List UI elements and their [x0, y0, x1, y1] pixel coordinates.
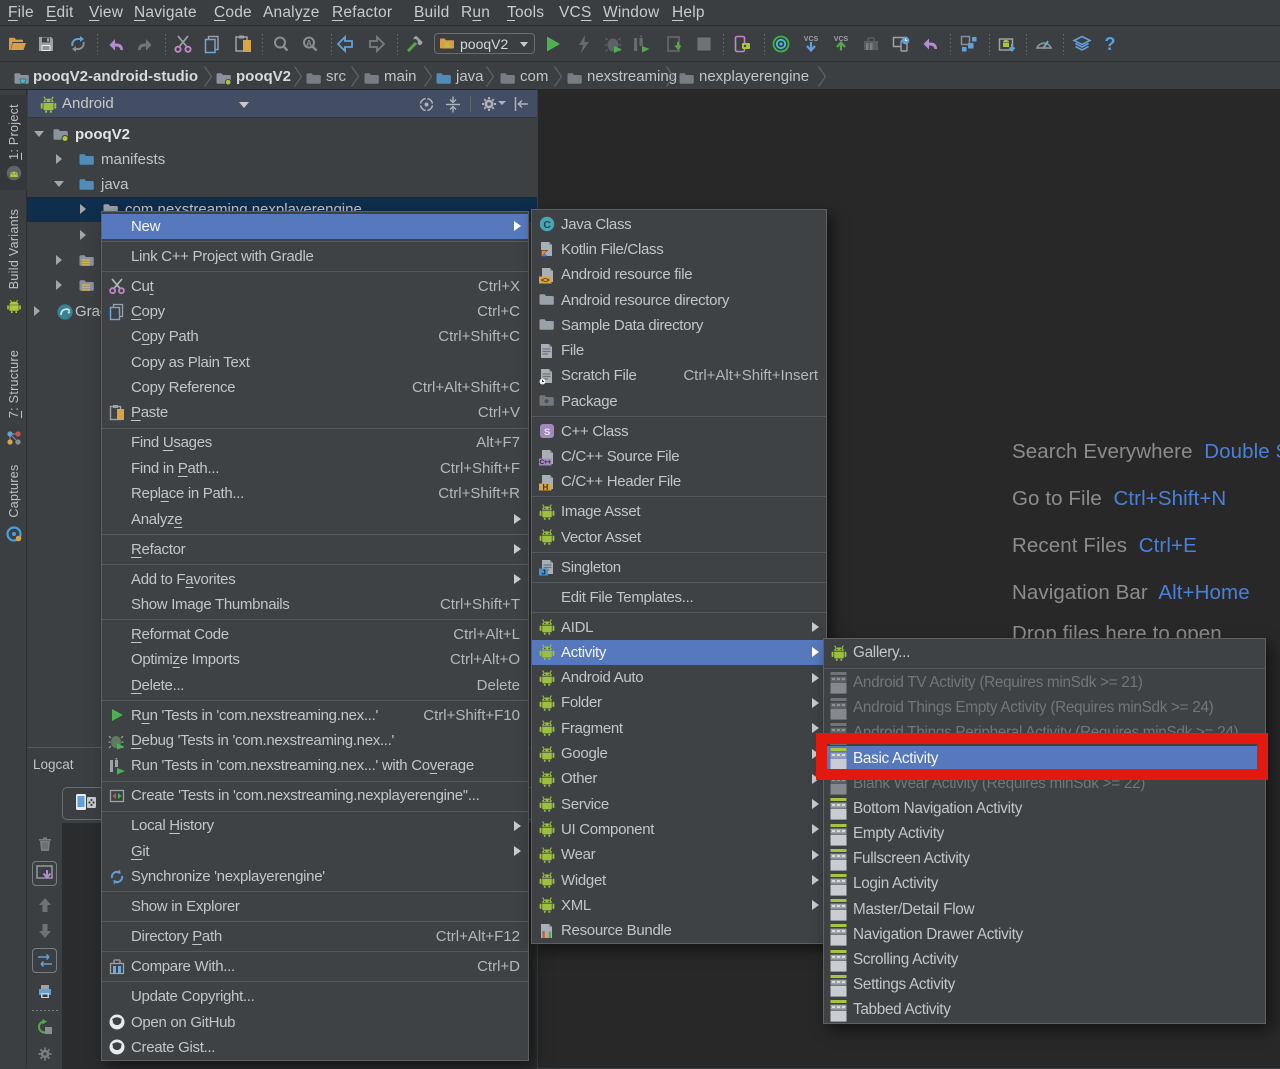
svg-text:A: A: [306, 39, 312, 48]
svg-text:J: J: [542, 568, 546, 576]
svg-text:H: H: [542, 483, 548, 491]
svg-text:?: ?: [1105, 34, 1116, 54]
svg-text:<>: <>: [541, 277, 550, 284]
svg-text:VCS: VCS: [804, 36, 819, 43]
svg-text:S: S: [544, 427, 550, 438]
svg-text:C: C: [543, 219, 551, 231]
svg-text:C++: C++: [540, 459, 552, 466]
